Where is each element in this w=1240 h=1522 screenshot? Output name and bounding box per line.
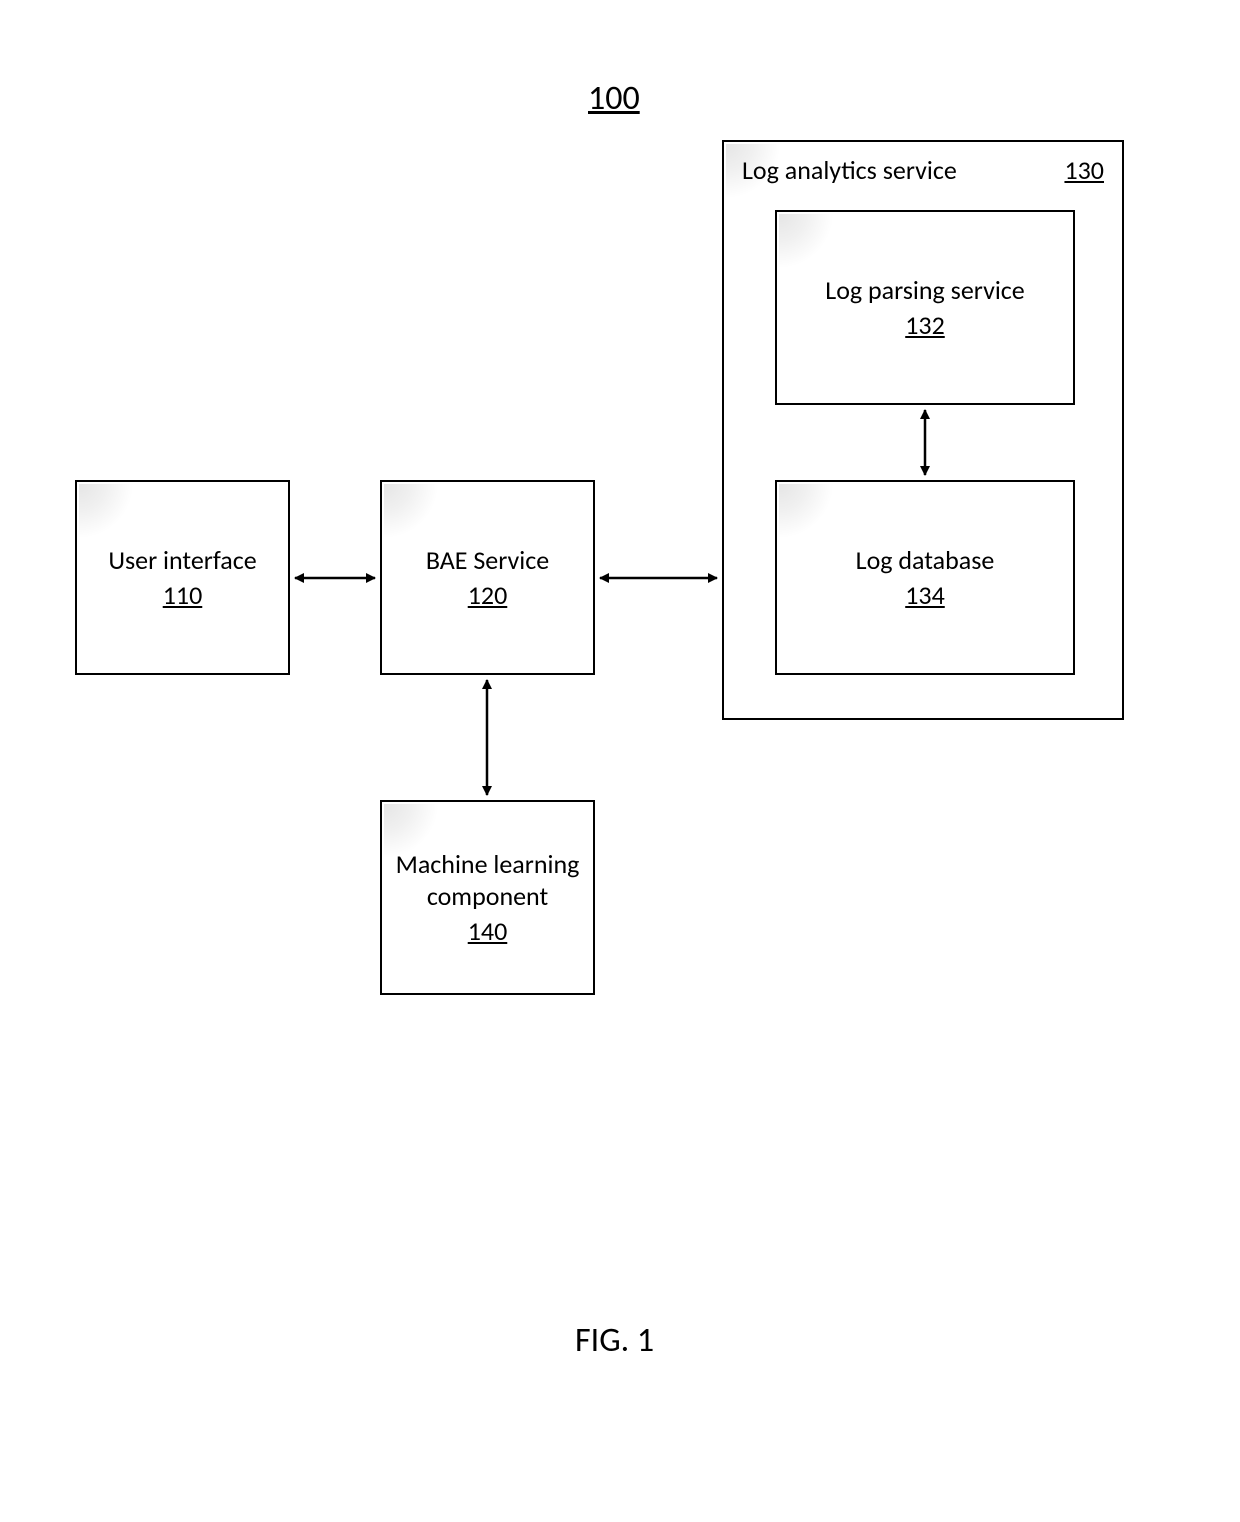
block-log-parsing-service: Log parsing service 132 — [775, 210, 1075, 405]
user-interface-label: User interface — [108, 544, 256, 577]
ml-component-label-line1: Machine learning — [396, 848, 580, 881]
block-machine-learning-component: Machine learning component 140 — [380, 800, 595, 995]
bae-service-ref: 120 — [468, 579, 508, 612]
log-parsing-label: Log parsing service — [825, 274, 1024, 307]
block-log-database: Log database 134 — [775, 480, 1075, 675]
log-database-label: Log database — [856, 544, 995, 577]
log-database-ref: 134 — [905, 579, 945, 612]
diagram-canvas: 100 Log analytics service 130 Log parsin… — [0, 0, 1240, 1522]
log-analytics-label: Log analytics service — [742, 154, 957, 186]
figure-caption: FIG. 1 — [575, 1320, 654, 1361]
user-interface-ref: 110 — [163, 579, 203, 612]
figure-ref-number: 100 — [588, 78, 640, 119]
block-bae-service: BAE Service 120 — [380, 480, 595, 675]
bae-service-label: BAE Service — [426, 544, 549, 577]
ml-component-label-line2: component — [427, 880, 548, 913]
log-parsing-ref: 132 — [905, 309, 945, 342]
log-analytics-ref: 130 — [1064, 154, 1104, 186]
block-user-interface: User interface 110 — [75, 480, 290, 675]
ml-component-ref: 140 — [468, 915, 508, 948]
